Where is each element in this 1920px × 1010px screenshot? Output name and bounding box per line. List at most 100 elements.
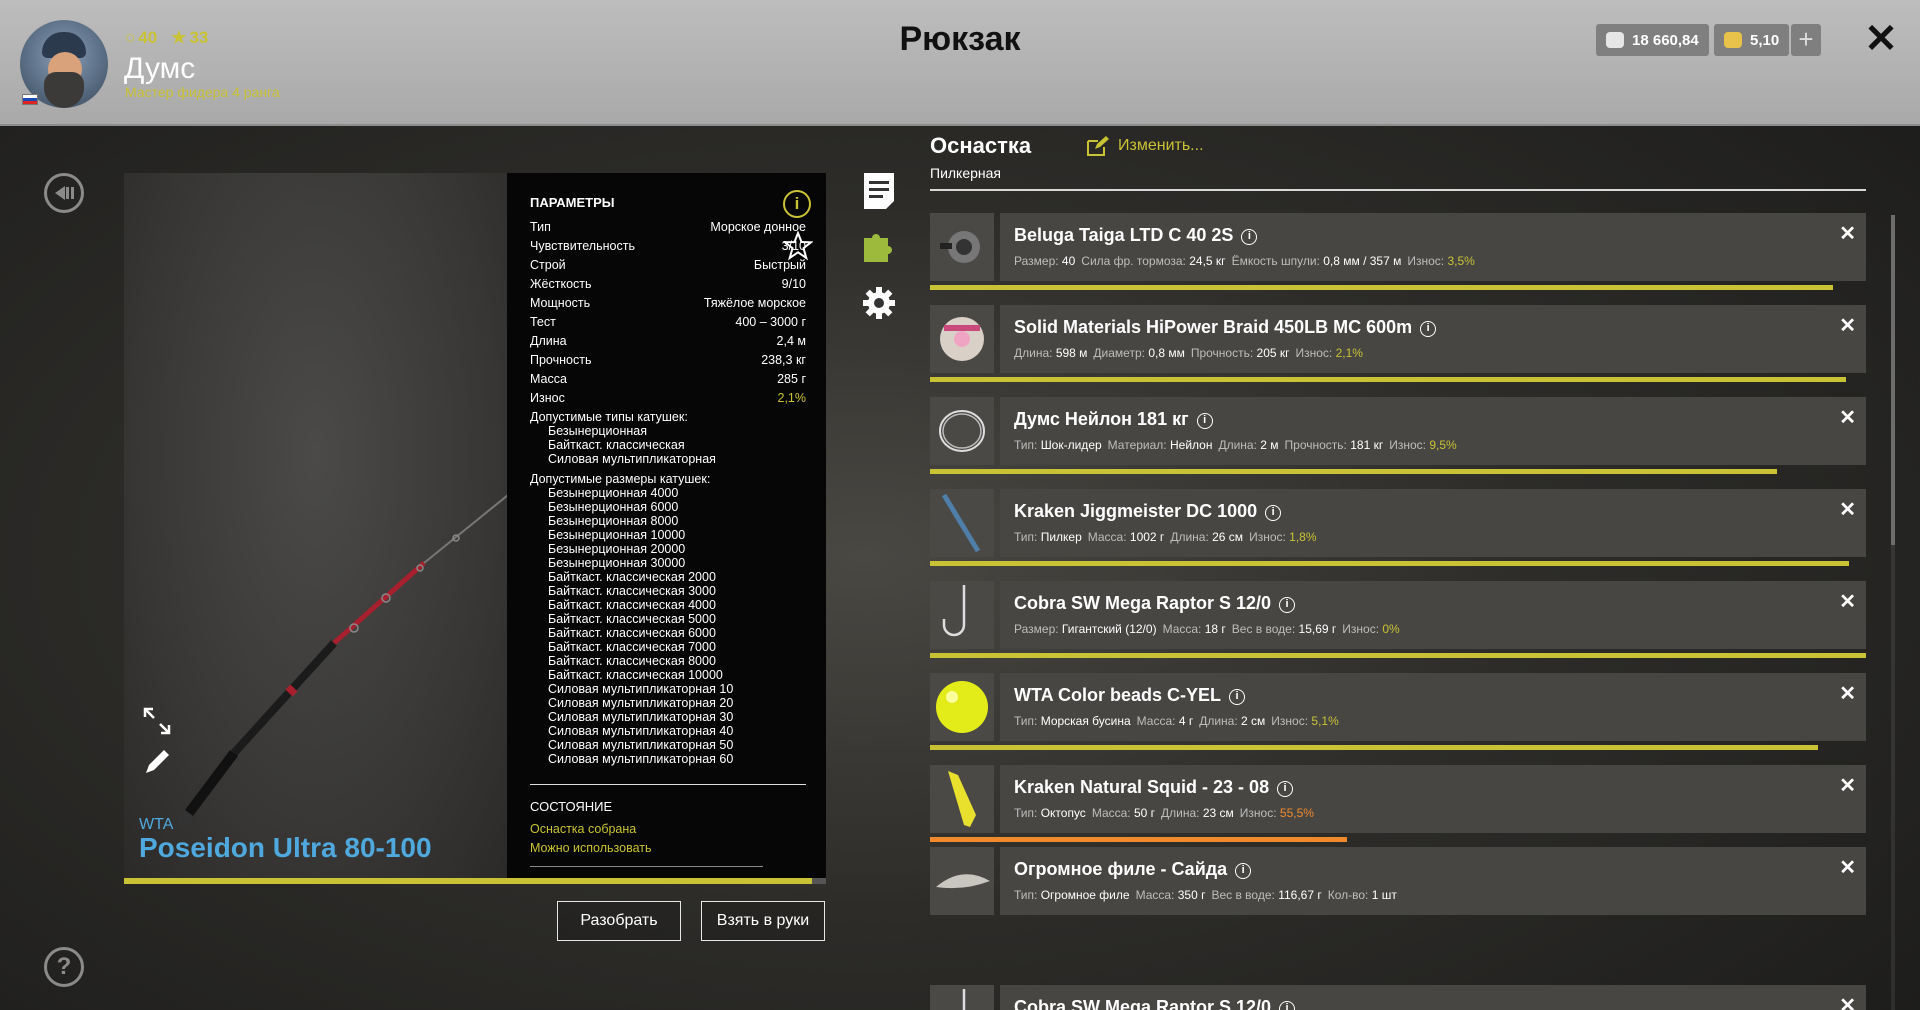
item-body: Kraken Natural Squid - 23 - 08 i Тип: Окто… — [1000, 765, 1866, 833]
param-key: Тип — [530, 220, 551, 234]
scrollbar-thumb[interactable] — [1891, 215, 1895, 545]
disassemble-button[interactable]: Разобрать — [557, 901, 681, 941]
item-wear-bar — [930, 285, 1866, 290]
prop-key: Сила фр. тормоза: — [1081, 254, 1186, 268]
prop-key: Кол-во: — [1327, 888, 1369, 902]
info-icon[interactable]: i — [1196, 413, 1213, 429]
wear-key: Износ: — [1342, 622, 1380, 636]
item-thumbnail — [930, 213, 994, 281]
parameters-heading: ПАРАМЕТРЫ — [530, 195, 615, 210]
state-line: Можно использовать — [530, 841, 652, 855]
info-icon[interactable]: i — [1279, 597, 1296, 613]
item-wear-bar — [930, 745, 1866, 750]
take-in-hands-button[interactable]: Взять в руки — [701, 901, 825, 941]
info-icon[interactable]: i — [1229, 689, 1245, 705]
jig-icon — [941, 493, 981, 553]
item-name: Beluga Taiga LTD C 40 2S i — [1014, 225, 1258, 246]
tackle-item[interactable]: Cobra SW Mega Raptor S 12/0 i Размер: Гига… — [930, 581, 1866, 658]
wear-value: 9,5% — [1429, 438, 1457, 452]
reel-size-item: Безынерционная 20000 — [548, 542, 686, 556]
item-wear-fill — [930, 653, 1866, 658]
info-icon[interactable]: i — [1279, 1001, 1296, 1010]
remove-item-button[interactable]: ✕ — [1839, 221, 1856, 246]
document-icon[interactable] — [862, 171, 896, 211]
reel-size-item: Силовая мультипликаторная 10 — [548, 682, 734, 696]
tackle-item[interactable]: Думс Нейлон 181 кг i Тип: Шок-лидер Материа… — [930, 397, 1866, 474]
bead-icon — [936, 681, 988, 733]
favorite-star-icon[interactable] — [783, 231, 813, 261]
prop-key: Тип: — [1014, 530, 1038, 544]
tackle-item[interactable]: Kraken Jiggmeister DC 1000 i Тип: Пилкер Ма… — [930, 489, 1866, 566]
prop-value: 116,67 г — [1278, 888, 1322, 902]
prop-value: 205 кг — [1256, 346, 1290, 360]
item-wear-bar — [930, 653, 1866, 658]
gear-icon[interactable] — [862, 283, 896, 323]
remove-item-button[interactable]: ✕ — [1839, 855, 1856, 880]
item-wear-fill — [930, 285, 1834, 290]
item-thumbnail — [930, 765, 994, 833]
remove-item-button[interactable]: ✕ — [1839, 313, 1856, 338]
item-props: Размер: 40 Сила фр. тормоза: 24,5 кг Ёмкос… — [1014, 254, 1475, 268]
back-button[interactable] — [44, 173, 84, 213]
prop-key: Длина: — [1199, 714, 1238, 728]
help-button[interactable]: ? — [44, 947, 84, 987]
prop-value: 0,8 мм / 357 м — [1323, 254, 1402, 268]
prop-key: Масса: — [1136, 714, 1176, 728]
prop-key: Тип: — [1014, 888, 1038, 902]
close-button[interactable]: ✕ — [1862, 19, 1900, 59]
tackle-item[interactable]: Kraken Natural Squid - 23 - 08 i Тип: Окто… — [930, 765, 1866, 842]
hook-icon — [942, 585, 966, 637]
add-currency-button[interactable]: + — [1791, 24, 1821, 56]
tackle-item[interactable]: Solid Materials HiPower Braid 450LB MC 6… — [930, 305, 1866, 382]
reel-size-item: Байткаст. классическая 2000 — [548, 570, 716, 584]
prop-key: Длина: — [1170, 530, 1209, 544]
tackle-item[interactable]: WTA Color beads C-YEL i Тип: Морская бусин… — [930, 673, 1866, 750]
info-icon[interactable]: i — [1265, 505, 1282, 521]
info-icon[interactable]: i — [1277, 781, 1294, 797]
param-row: Жёсткость 9/10 — [530, 275, 806, 294]
wear-value: 1,8% — [1289, 530, 1317, 544]
param-value: 400 – 3000 г — [735, 315, 806, 329]
param-row: Износ 2,1% — [530, 389, 806, 408]
info-icon[interactable]: i — [1235, 863, 1252, 879]
param-row: Мощность Тяжёлое морское — [530, 294, 806, 313]
gold-coin-icon — [1724, 32, 1742, 48]
item-body: Думс Нейлон 181 кг i Тип: Шок-лидер Материа… — [1000, 397, 1866, 465]
remove-item-button[interactable]: ✕ — [1839, 993, 1856, 1010]
tackle-item[interactable]: Beluga Taiga LTD C 40 2S i Размер: 40 Сила … — [930, 213, 1866, 290]
pencil-icon[interactable] — [141, 746, 173, 778]
reel-size-item: Байткаст. классическая 6000 — [548, 626, 716, 640]
puzzle-icon[interactable] — [862, 226, 896, 266]
wear-value: 3,5% — [1447, 254, 1475, 268]
prop-value: Огромное филе — [1040, 888, 1130, 902]
item-body: Cobra SW Mega Raptor S 12/0 i Размер: Гига… — [1000, 581, 1866, 649]
item-thumbnail — [930, 581, 994, 649]
prop-value: Нейлон — [1169, 438, 1213, 452]
prop-key: Прочность: — [1284, 438, 1347, 452]
item-name-text: Solid Materials HiPower Braid 450LB MC 6… — [1014, 317, 1413, 337]
info-icon[interactable]: i — [783, 190, 811, 218]
tackle-item[interactable]: Огромное филе - Сайда i Тип: Огромное филе… — [930, 847, 1866, 915]
state-line: Оснастка собрана — [530, 822, 637, 836]
reel-size-item: Силовая мультипликаторная 60 — [548, 752, 734, 766]
info-icon[interactable]: i — [1420, 321, 1437, 337]
wear-key: Износ: — [1249, 530, 1286, 544]
tackle-item[interactable]: Cobra SW Mega Raptor S 12/0 i ✕ — [930, 985, 1866, 1010]
item-name-text: Kraken Jiggmeister DC 1000 — [1014, 501, 1258, 521]
remove-item-button[interactable]: ✕ — [1839, 589, 1856, 614]
reel-types-list: Безынерционная Байткаст. классическая Сило… — [530, 424, 806, 466]
wear-value: 55,5% — [1279, 806, 1314, 820]
remove-item-button[interactable]: ✕ — [1839, 497, 1856, 522]
edit-tackle-button[interactable]: Изменить... — [1086, 135, 1204, 157]
rod-preview — [124, 173, 507, 878]
expand-icon[interactable] — [141, 705, 173, 737]
remove-item-button[interactable]: ✕ — [1839, 405, 1856, 430]
prop-key: Масса: — [1135, 888, 1175, 902]
remove-item-button[interactable]: ✕ — [1839, 773, 1856, 798]
remove-item-button[interactable]: ✕ — [1839, 681, 1856, 706]
fillet-icon — [936, 874, 990, 889]
reel-size-item: Силовая мультипликаторная 20 — [548, 696, 734, 710]
info-icon[interactable]: i — [1241, 229, 1258, 245]
item-name: Kraken Natural Squid - 23 - 08 i — [1014, 777, 1294, 798]
reel-size-item: Безынерционная 10000 — [548, 528, 686, 542]
